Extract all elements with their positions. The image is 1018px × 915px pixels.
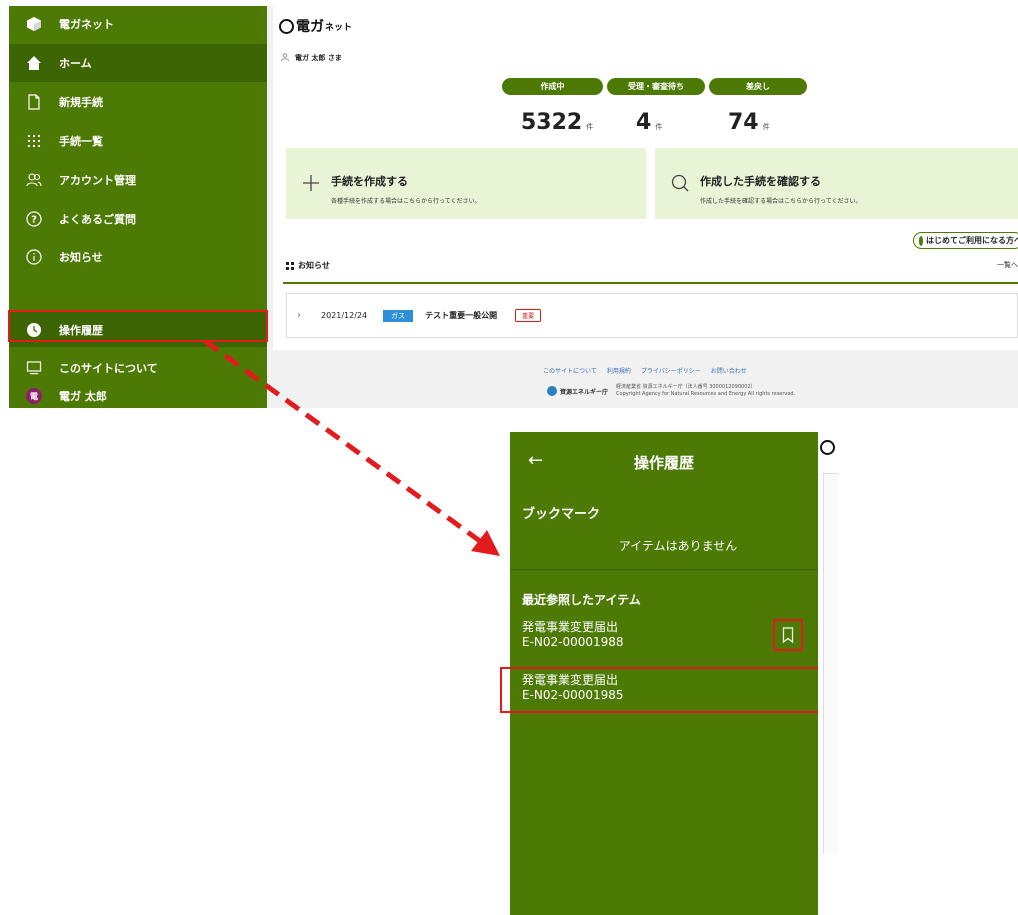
create-procedure-card[interactable]: 手続を作成する 各種手続を作成する場合はこちらから行ってください。 <box>286 148 646 219</box>
avatar-wrapper: 電 <box>25 387 43 405</box>
count-waiting[interactable]: 4 件 <box>636 110 662 135</box>
sidebar-item-label: よくあるご質問 <box>59 213 136 226</box>
confirm-card-title: 作成した手続を確認する <box>700 175 821 188</box>
users-icon <box>25 171 43 189</box>
status-tab-returned[interactable]: 差戻し <box>709 78 807 95</box>
sidebar-item-label: このサイトについて <box>59 362 158 375</box>
chevron-right-icon: › <box>297 310 301 321</box>
news-list: › 2021/12/24 ガス テスト重要一般公開 重要 <box>286 293 1018 338</box>
count-returned-value: 74 <box>728 110 759 135</box>
svg-text:?: ? <box>31 215 37 226</box>
footer-link-about[interactable]: このサイトについて <box>543 366 597 375</box>
plus-icon <box>300 172 322 194</box>
logo-main-text: 電ガ <box>296 19 324 35</box>
create-card-desc: 各種手続を作成する場合はこちらから行ってください。 <box>331 198 481 205</box>
info-circle-icon <box>25 248 43 266</box>
count-unit: 件 <box>655 123 663 131</box>
sidebar-item-new-procedure[interactable]: 新規手続 <box>9 83 267 121</box>
news-date: 2021/12/24 <box>321 311 368 320</box>
agency-name: 資源エネルギー庁 <box>560 388 609 396</box>
copyright-line-1: 経済産業省 資源エネルギー庁（法人番号 3000012090002） <box>616 384 756 390</box>
create-card-title: 手続を作成する <box>331 175 408 188</box>
status-tab-waiting[interactable]: 受理・審査待ち <box>607 78 705 95</box>
sidebar-item-label: お知らせ <box>59 251 103 264</box>
grid-icon <box>286 261 294 270</box>
news-heading: お知らせ <box>286 260 330 271</box>
sidebar-item-label: 手続一覧 <box>59 135 103 148</box>
news-important-badge: 重要 <box>515 309 542 322</box>
first-use-button[interactable]: はじめてご利用になる方へ <box>913 232 1018 249</box>
leaf-icon <box>919 235 923 246</box>
first-use-label: はじめてご利用になる方へ <box>926 236 1018 245</box>
footer-link-privacy[interactable]: プライバシーポリシー <box>641 366 701 375</box>
logo-small-text: ネット <box>325 22 353 33</box>
user-icon <box>281 53 289 63</box>
agency-logo-icon <box>547 386 557 396</box>
confirm-procedure-card[interactable]: 作成した手続を確認する 作成した手続を確認する場合はこちらから行ってください。 <box>655 148 1018 219</box>
monitor-icon <box>25 359 43 377</box>
sidebar-item-account[interactable]: アカウント管理 <box>9 161 267 199</box>
confirm-card-desc: 作成した手続を確認する場合はこちらから行ってください。 <box>700 198 862 205</box>
news-row[interactable]: › 2021/12/24 ガス テスト重要一般公開 重要 <box>287 294 1018 337</box>
history-panel-title: 操作履歴 <box>633 454 694 472</box>
search-icon <box>669 172 691 194</box>
home-icon <box>25 54 43 72</box>
cube-icon <box>25 15 43 33</box>
news-category-tag: ガス <box>383 309 414 322</box>
sidebar-brand[interactable]: 電ガネット <box>9 6 267 42</box>
bookmark-heading: ブックマーク <box>522 507 601 522</box>
footer: このサイトについて 利用規約 プライバシーポリシー お問い合わせ 資源エネルギー… <box>273 350 1018 408</box>
background-card <box>823 473 838 853</box>
copyright-line-2: Copyright Agency for Natural Resources a… <box>616 391 796 397</box>
sidebar: 電ガネット ホーム 新規手続 手続一覧 アカウント管理 ? よくあるご質問 お知… <box>9 6 267 408</box>
bookmark-icon[interactable] <box>773 619 803 651</box>
recent-item-name: 発電事業変更届出 <box>522 620 619 634</box>
footer-agency: 資源エネルギー庁 経済産業省 資源エネルギー庁（法人番号 30000120900… <box>547 384 795 398</box>
avatar: 電 <box>26 388 42 404</box>
highlight-box-recent-item <box>500 667 820 713</box>
count-returned[interactable]: 74 件 <box>728 110 770 135</box>
sidebar-brand-label: 電ガネット <box>59 18 114 31</box>
count-waiting-value: 4 <box>636 110 652 135</box>
sidebar-item-home[interactable]: ホーム <box>9 44 267 82</box>
grid-dots-icon <box>25 132 43 150</box>
site-logo[interactable]: 電ガ ネット <box>279 16 352 36</box>
recent-item[interactable]: 発電事業変更届出 E-N02-00001988 <box>522 620 812 650</box>
sidebar-item-news[interactable]: お知らせ <box>9 238 267 276</box>
count-unit: 件 <box>586 123 594 131</box>
sidebar-item-faq[interactable]: ? よくあるご質問 <box>9 200 267 238</box>
logo-mark-icon <box>279 18 294 34</box>
count-draft[interactable]: 5322 件 <box>521 110 593 135</box>
user-greeting: 電ガ 太郎 さま <box>281 53 342 63</box>
sidebar-item-label: ホーム <box>59 57 92 70</box>
footer-links: このサイトについて 利用規約 プライバシーポリシー お問い合わせ <box>543 366 747 375</box>
news-heading-text: お知らせ <box>298 261 330 270</box>
top-screenshot: 電ガネット ホーム 新規手続 手続一覧 アカウント管理 ? よくあるご質問 お知… <box>9 6 1018 408</box>
recent-item-code: E-N02-00001988 <box>522 635 624 649</box>
document-icon <box>25 93 43 111</box>
highlight-box-history <box>8 310 268 342</box>
bookmark-empty-text: アイテムはありません <box>618 539 738 553</box>
footer-link-contact[interactable]: お問い合わせ <box>711 366 747 375</box>
count-unit: 件 <box>762 123 770 131</box>
news-divider <box>283 282 1018 284</box>
status-tab-draft[interactable]: 作成中 <box>502 78 603 95</box>
footer-copyright: 経済産業省 資源エネルギー庁（法人番号 3000012090002） Copyr… <box>616 384 795 398</box>
panel-divider <box>510 569 818 570</box>
sidebar-item-label: アカウント管理 <box>59 174 136 187</box>
main-content: 電ガ ネット 電ガ 太郎 さま 作成中 受理・審査待ち 差戻し 5322 件 4… <box>273 6 1018 408</box>
question-circle-icon: ? <box>25 210 43 228</box>
count-draft-value: 5322 <box>521 110 583 135</box>
sidebar-item-user[interactable]: 電 電ガ 太郎 <box>9 377 267 408</box>
sidebar-item-procedure-list[interactable]: 手続一覧 <box>9 122 267 160</box>
user-greeting-text: 電ガ 太郎 さま <box>295 54 342 62</box>
logo-mark-icon <box>820 440 835 455</box>
footer-link-terms[interactable]: 利用規約 <box>607 366 631 375</box>
news-all-link[interactable]: 一覧へ <box>997 260 1018 270</box>
recent-items-heading: 最近参照したアイテム <box>522 593 641 607</box>
sidebar-user-name: 電ガ 太郎 <box>59 390 107 403</box>
sidebar-item-label: 新規手続 <box>59 96 103 109</box>
news-title: テスト重要一般公開 <box>425 311 498 320</box>
